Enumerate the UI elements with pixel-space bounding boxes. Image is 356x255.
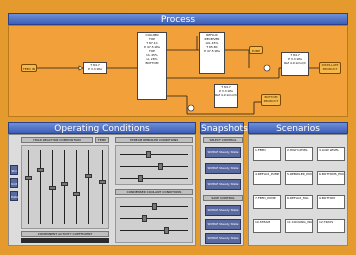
h-knob-6[interactable] — [164, 227, 169, 234]
h-knob-1[interactable] — [146, 151, 151, 158]
app-window: Process FEED IN T 84.7 P 3.3 kPa COLUMN … — [0, 0, 356, 255]
slider-knob-5[interactable] — [73, 192, 80, 196]
slider-knob-7[interactable] — [99, 180, 106, 184]
scenario-item-5[interactable]: 6.BOTTOMS_PUMP — [317, 171, 345, 185]
slider-track-7 — [102, 150, 103, 224]
h-track-1 — [120, 154, 188, 155]
h-track-5 — [120, 218, 188, 219]
bottoms-box: T 84.7 P 3.3 kPa Ref 4.9 kmol/h — [214, 84, 238, 108]
h-knob-4[interactable] — [152, 203, 157, 210]
snapshot-button-4[interactable]: SIMPLE Steady State — [205, 219, 241, 230]
scenario-item-10[interactable]: 11.COOLING_WATER — [285, 219, 313, 233]
operating-panel: Std Unit Data HOLD REACTION COMPOSITION … — [8, 134, 196, 246]
select-control-header: SELECT CONTROL — [203, 137, 243, 143]
reboiler-header: STREAM REBOILER CONDITIONS — [115, 137, 193, 143]
operating-title-bar: Operating Conditions — [8, 122, 196, 134]
left-button-1[interactable]: Unit — [10, 178, 18, 188]
scenario-item-7[interactable]: 8.REFLUX_FAIL — [285, 195, 313, 209]
process-title: Process — [160, 15, 196, 25]
distillate-flow: Ref 4.9 kmol/h — [284, 61, 306, 65]
operating-title: Operating Conditions — [54, 124, 150, 134]
h-track-6 — [120, 230, 188, 231]
save-control-header: SAVE CONTROL — [203, 195, 243, 201]
feed-box: T 84.7 P 3.3 kPa — [83, 62, 107, 74]
feed-pressure: P 3.3 kPa — [88, 67, 102, 71]
h-knob-3[interactable] — [138, 175, 143, 182]
activity-header: COMPONENT ACTIVITY COEFFICIENT — [21, 231, 109, 237]
scenario-item-9[interactable]: 10.STEAM — [253, 219, 281, 233]
scenario-item-2[interactable]: 3.LOW LEVEL — [317, 147, 345, 161]
slider-knob-6[interactable] — [85, 174, 92, 178]
condenser-header: CONDENSER COOLANT CONDITIONS — [115, 189, 193, 195]
pump-tag[interactable]: PUMP — [249, 46, 263, 54]
slider-track-4 — [64, 150, 65, 224]
slider-knob-1[interactable] — [25, 176, 32, 180]
distillate-box: T 84.7 P 3.3 kPa Ref 4.9 kmol/h — [281, 52, 309, 76]
column-line-7: BOTTOM — [145, 61, 159, 65]
scenario-item-6[interactable]: 7.FEED_PUMP — [253, 195, 281, 209]
snapshot-button-3[interactable]: SIMPLE Steady State — [205, 205, 241, 216]
snapshot-button-1[interactable]: SIMPLE Steady State — [205, 163, 241, 174]
condenser-sliders — [115, 197, 193, 243]
slider-track-1 — [28, 150, 29, 224]
reboiler-sliders — [115, 145, 193, 185]
slider-track-6 — [88, 150, 89, 224]
h-knob-5[interactable] — [142, 215, 147, 222]
scenarios-panel: 1.FEED 2.HIGH LEVEL 3.LOW LEVEL 4.REFLUX… — [248, 134, 348, 246]
bottom-product-tag[interactable]: BOTTOM PRODUCT — [261, 94, 281, 106]
scenario-item-4[interactable]: 5.REBOILER_PUMP — [285, 171, 313, 185]
feed-tag[interactable]: FEED IN — [21, 64, 37, 72]
scenario-item-8[interactable]: 9.BOTTOM — [317, 195, 345, 209]
slider-knob-4[interactable] — [61, 182, 68, 186]
left-button-strip: Std Unit Data — [10, 165, 18, 201]
process-diagram: FEED IN T 84.7 P 3.3 kPa COLUMN TOP T 87… — [8, 25, 348, 117]
slider-knob-3[interactable] — [49, 186, 56, 190]
scenarios-title-bar: Scenarios — [248, 122, 348, 134]
activity-strip — [21, 238, 109, 243]
receiver-line-4: P 47.5 kPa — [204, 49, 220, 53]
column-block[interactable]: COLUMN TOP T 87.1C P 47.5 kPa TOP UL 45%… — [137, 32, 167, 100]
snapshot-button-2[interactable]: SIMPLE Steady State — [205, 179, 241, 190]
distillate-tag-line-1: PRODUCT — [322, 67, 338, 71]
slider-knob-2[interactable] — [37, 168, 44, 172]
snapshot-button-0[interactable]: SIMPLE Steady State — [205, 147, 241, 158]
left-button-2[interactable]: Data — [10, 191, 18, 201]
scenario-item-3[interactable]: 4.REFLUX_PUMP — [253, 171, 281, 185]
composition-header: HOLD REACTION COMPOSITION — [21, 137, 93, 143]
snapshots-title: Snapshots — [201, 124, 248, 134]
bottoms-flow: Ref 4.9 kmol/h — [215, 93, 237, 97]
scenarios-title: Scenarios — [276, 124, 320, 134]
temp-header: TEMP — [95, 137, 109, 143]
h-knob-2[interactable] — [158, 163, 163, 170]
scenario-item-11[interactable]: 12.TRAYS — [317, 219, 345, 233]
left-button-0[interactable]: Std — [10, 165, 18, 175]
snapshots-panel: SELECT CONTROL SIMPLE Steady State SIMPL… — [200, 134, 244, 246]
bottom-tag-line-1: PRODUCT — [263, 99, 279, 103]
slider-track-5 — [76, 150, 77, 224]
snapshot-button-5[interactable]: SIMPLE Steady State — [205, 233, 241, 244]
process-title-bar: Process — [8, 13, 348, 25]
vertical-sliders — [21, 145, 109, 229]
scenario-item-1[interactable]: 2.HIGH LEVEL — [285, 147, 313, 161]
snapshots-title-bar: Snapshots — [200, 122, 248, 134]
scenario-item-0[interactable]: 1.FEED — [253, 147, 281, 161]
h-track-3 — [120, 178, 188, 179]
distillate-product-tag[interactable]: DISTILLATE PRODUCT — [319, 62, 341, 74]
reflux-receiver-box: REFLUX RECEIVER LVL 45% T 65.8C P 47.5 k… — [199, 32, 225, 74]
h-track-2 — [120, 166, 188, 167]
slider-track-2 — [40, 150, 41, 224]
